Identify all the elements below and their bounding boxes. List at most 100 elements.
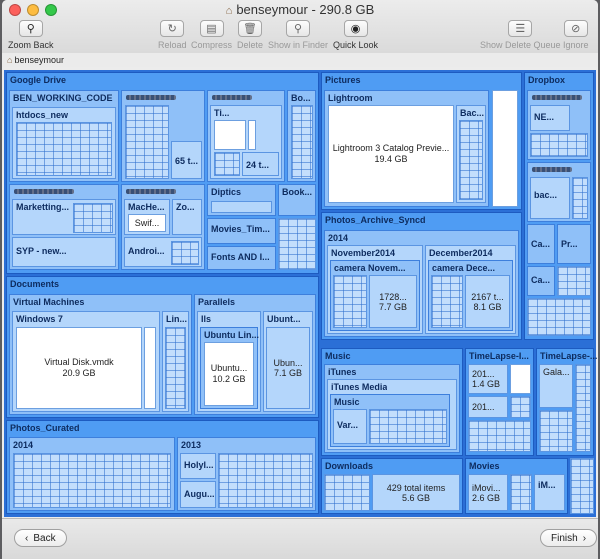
- file-lightroom-catalog[interactable]: Lightroom 3 Catalog Previe... 19.4 GB: [328, 105, 454, 203]
- folder-marketting[interactable]: Marketting... SYP - new...: [9, 184, 119, 270]
- folder-lin[interactable]: Lin...: [162, 311, 189, 412]
- folder-windows-7[interactable]: Windows 7 Virtual Disk.vmdk 20.9 GB: [12, 311, 160, 412]
- folder-marketting-inner[interactable]: Marketting...: [12, 199, 116, 235]
- folder-timelapse-2-cells[interactable]: [575, 364, 591, 452]
- block-timelapse-2[interactable]: TimeLapse-... Gala...: [536, 348, 597, 456]
- folder-timelapse-2-cells-2[interactable]: [539, 410, 573, 452]
- folder-curated-2014-cells[interactable]: [13, 453, 171, 508]
- back-button[interactable]: ‹ Back: [14, 529, 67, 547]
- delete-button[interactable]: 🗑 Delete: [237, 20, 263, 50]
- folder-imovie-2[interactable]: iM...: [534, 474, 565, 511]
- folder-curated-2013[interactable]: 2013 Holyl... Augu...: [177, 437, 316, 511]
- folder-movies-tim[interactable]: Movies_Tim...: [207, 218, 276, 244]
- folder-camera-december[interactable]: camera Dece... 2167 t... 8.1 GB: [428, 260, 513, 331]
- folder-movies-cells[interactable]: [510, 474, 532, 511]
- misc-small-cells[interactable]: [570, 458, 594, 514]
- folder-zo[interactable]: Zo...: [172, 199, 202, 235]
- folder-book[interactable]: Book...: [278, 184, 316, 216]
- file-pictures-tall[interactable]: [492, 90, 518, 207]
- folder-november-2014[interactable]: November2014 camera Novem... 1728... 7.7…: [327, 245, 423, 334]
- folder-imovie-1[interactable]: iMovi... 2.6 GB: [468, 474, 508, 511]
- folder-parallels[interactable]: Parallels Ils Ubuntu Lin... Ubuntu... 10…: [194, 294, 316, 415]
- file-timelapse-1-white[interactable]: [510, 364, 531, 394]
- folder-androi-cells[interactable]: [171, 241, 199, 265]
- folder-diptics[interactable]: Diptics: [207, 184, 276, 216]
- folder-dropbox-cells-4[interactable]: [527, 298, 591, 336]
- htdocs-file-cells[interactable]: [16, 122, 112, 176]
- block-google-drive[interactable]: Google Drive BEN_WORKING_CODE htdocs_new…: [6, 72, 319, 274]
- block-photos-archive[interactable]: Photos_Archive_Syncd 2014 November2014 c…: [321, 212, 522, 340]
- folder-curated-2013-cells[interactable]: [218, 453, 313, 508]
- folder-ils[interactable]: Ils Ubuntu Lin... Ubuntu... 10.2 GB: [197, 311, 261, 412]
- folder-camera-november-files[interactable]: 1728... 7.7 GB: [369, 275, 417, 328]
- folder-itunes-media[interactable]: iTunes Media Music Var...: [327, 379, 457, 450]
- quick-look-button[interactable]: ◉ Quick Look: [333, 20, 378, 50]
- folder-gala[interactable]: Gala...: [539, 364, 573, 408]
- folder-redacted-2[interactable]: MacHe... Swif... Zo... Androi...: [121, 184, 205, 270]
- folder-ca-2[interactable]: Ca...: [527, 266, 555, 296]
- folder-redacted-1[interactable]: 65 t...: [121, 90, 205, 182]
- folder-december-2014[interactable]: December2014 camera Dece... 2167 t... 8.…: [425, 245, 516, 334]
- folder-ca-1[interactable]: Ca...: [527, 224, 555, 264]
- folder-timelapse-1-cells[interactable]: [468, 420, 531, 452]
- folder-ti-inner[interactable]: Ti... 24 t...: [210, 105, 282, 179]
- folder-music-cells[interactable]: [369, 409, 447, 444]
- file-ubuntu-1[interactable]: Ubuntu... 10.2 GB: [204, 342, 254, 406]
- file-ti-white-2[interactable]: [248, 120, 256, 150]
- compress-button[interactable]: ▤ Compress: [191, 20, 232, 50]
- folder-dropbox-cells-2[interactable]: [572, 177, 588, 219]
- folder-holyl[interactable]: Holyl...: [180, 453, 216, 479]
- block-timelapse-1[interactable]: TimeLapse-I... 201... 1.4 GB 201...: [465, 348, 534, 456]
- folder-timelapse-1b[interactable]: 201...: [468, 396, 508, 418]
- folder-camera-december-cells[interactable]: [431, 275, 463, 328]
- folder-virtual-machines[interactable]: Virtual Machines Windows 7 Virtual Disk.…: [9, 294, 192, 415]
- folder-camera-november[interactable]: camera Novem... 1728... 7.7 GB: [330, 260, 420, 331]
- folder-downloads-cells[interactable]: [324, 474, 370, 511]
- folder-htdocs-new[interactable]: htdocs_new: [12, 107, 116, 179]
- folder-mache[interactable]: MacHe... Swif...: [124, 199, 170, 235]
- breadcrumb[interactable]: ⌂ benseymour: [2, 53, 598, 67]
- folder-ti[interactable]: Ti... 24 t...: [207, 90, 285, 182]
- folder-itunes-music[interactable]: Music Var...: [330, 394, 450, 447]
- block-photos-curated[interactable]: Photos_Curated 2014 2013 Holyl... Augu..…: [6, 420, 319, 514]
- folder-camera-november-cells[interactable]: [333, 275, 367, 328]
- block-documents[interactable]: Documents Virtual Machines Windows 7 Vir…: [6, 276, 319, 418]
- folder-var[interactable]: Var...: [333, 409, 367, 444]
- folder-archive-2014[interactable]: 2014 November2014 camera Novem... 1728..…: [324, 230, 519, 337]
- show-delete-queue-button[interactable]: ☰ Show Delete Queue: [480, 20, 561, 50]
- folder-dropbox-cells-3[interactable]: [557, 266, 591, 296]
- folder-ubun-file[interactable]: Ubun... 7.1 GB: [266, 327, 310, 409]
- folder-androi[interactable]: Androi...: [124, 237, 202, 267]
- google-drive-misc-cells[interactable]: [278, 218, 316, 270]
- finish-button[interactable]: Finish ›: [540, 529, 598, 547]
- folder-lightroom-bac-cells[interactable]: [459, 120, 483, 200]
- folder-dropbox-redacted-2[interactable]: bac...: [527, 162, 591, 222]
- folder-lightroom-bac[interactable]: Bac...: [456, 105, 486, 203]
- block-music[interactable]: Music iTunes iTunes Media Music Var...: [321, 348, 463, 456]
- block-movies[interactable]: Movies iMovi... 2.6 GB iM...: [465, 458, 568, 514]
- folder-timelapse-1a[interactable]: 201... 1.4 GB: [468, 364, 508, 394]
- folder-downloads-files[interactable]: 429 total items 5.6 GB: [372, 474, 460, 511]
- folder-pr[interactable]: Pr...: [557, 224, 591, 264]
- folder-fonts[interactable]: Fonts AND I...: [207, 246, 276, 270]
- folder-lightroom[interactable]: Lightroom Lightroom 3 Catalog Previe... …: [324, 90, 489, 207]
- reload-button[interactable]: ↻ Reload: [158, 20, 187, 50]
- file-windows-7-small[interactable]: [144, 327, 156, 409]
- block-downloads[interactable]: Downloads 429 total items 5.6 GB: [321, 458, 463, 514]
- folder-ne[interactable]: NE...: [530, 105, 570, 131]
- folder-itunes[interactable]: iTunes iTunes Media Music Var...: [324, 364, 460, 453]
- folder-65-items[interactable]: 65 t...: [171, 141, 202, 179]
- folder-bo-cells[interactable]: [291, 105, 313, 179]
- folder-dropbox-bac[interactable]: bac...: [530, 177, 570, 219]
- folder-camera-december-files[interactable]: 2167 t... 8.1 GB: [465, 275, 510, 328]
- folder-24-items[interactable]: 24 t...: [242, 152, 279, 176]
- folder-ti-cells[interactable]: [214, 152, 240, 176]
- block-dropbox[interactable]: Dropbox NE... bac... Ca... Pr... Ca...: [524, 72, 594, 340]
- file-ti-white[interactable]: [214, 120, 246, 150]
- folder-ubunt[interactable]: Ubunt... Ubun... 7.1 GB: [263, 311, 313, 412]
- folder-syp-new[interactable]: SYP - new...: [12, 237, 116, 267]
- treemap[interactable]: Google Drive BEN_WORKING_CODE htdocs_new…: [4, 70, 597, 517]
- folder-marketting-cells[interactable]: [73, 203, 113, 233]
- file-virtual-disk-vmdk[interactable]: Virtual Disk.vmdk 20.9 GB: [16, 327, 142, 409]
- folder-augu[interactable]: Augu...: [180, 481, 216, 508]
